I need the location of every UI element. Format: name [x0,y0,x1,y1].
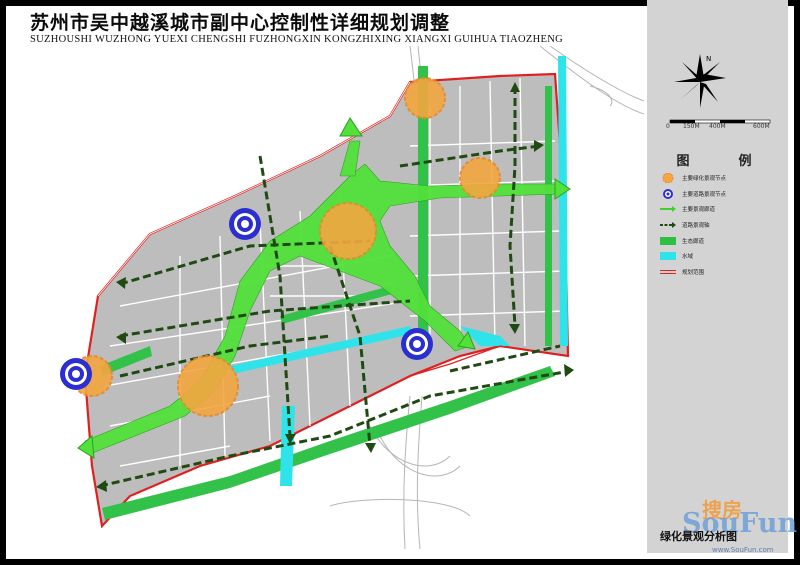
green-fill-icon [660,236,676,245]
orange-circle-icon [662,172,674,183]
scale-label: 150M [683,123,700,130]
road-node [401,328,433,360]
legend-label: 道路景观轴 [682,222,710,229]
drawing-name: 绿化景观分析图 [660,530,737,543]
road-node [229,208,261,240]
planning-map [60,46,644,549]
legend-item: 规划范围 [660,264,780,280]
scale-label: 600M [753,123,770,130]
page-title: 苏州市吴中越溪城市副中心控制性详细规划调整 [30,12,451,34]
legend-label: 水域 [682,254,694,261]
road-node [60,358,92,390]
compass-rose-icon: N [674,54,726,108]
legend-label: 主要绿化景观节点 [682,175,727,182]
legend-label: 生态廊道 [682,238,705,245]
cyan-fill-icon [660,252,676,261]
page-subtitle: SUZHOUSHI WUZHONG YUEXI CHENGSHI FUZHONG… [30,34,564,45]
blue-target-icon [663,188,673,199]
landscape-node [319,202,377,260]
green-arrow-line-icon [660,206,676,213]
scale-label: 0 [666,123,670,130]
landscape-node [177,355,239,417]
landscape-node [404,77,446,119]
legend-title: 图 例 [676,154,770,169]
dashed-arrow-icon [660,221,676,228]
legend-item: 主要道路景观节点 [660,186,780,202]
legend-list: 主要绿化景观节点 主要道路景观节点 主要景观廊道 道路景观轴 生态廊道 水域 规… [660,170,780,280]
scale-label: 400M [709,123,726,130]
legend-item: 主要景观廊道 [660,201,780,217]
legend-label: 主要景观廊道 [682,207,716,214]
landscape-node [459,157,501,199]
legend-item: 道路景观轴 [660,217,780,233]
legend-label: 规划范围 [682,269,705,276]
red-double-line-icon [660,269,676,274]
north-label: N [706,55,711,63]
watermark-url: www.SouFun.com [712,546,774,554]
legend-item: 主要绿化景观节点 [660,170,780,186]
legend-item: 生态廊道 [660,233,780,249]
legend-label: 主要道路景观节点 [682,191,727,198]
legend-item: 水域 [660,248,780,264]
planning-area [83,72,570,529]
